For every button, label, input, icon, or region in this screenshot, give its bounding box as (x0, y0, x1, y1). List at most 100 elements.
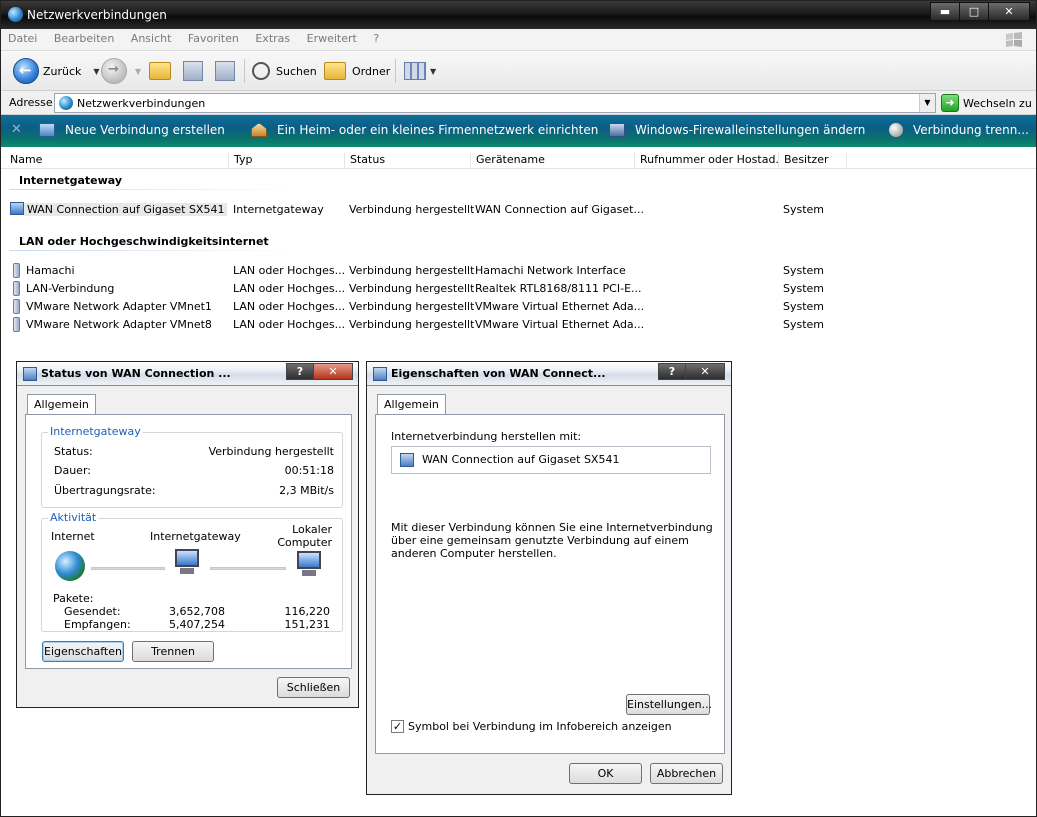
table-row[interactable]: VMware Network Adapter VMnet8 LAN oder H… (1, 316, 901, 334)
properties-dialog-title-bar[interactable]: Eigenschaften von WAN Connect... ? ✕ (367, 362, 731, 386)
back-dropdown-icon[interactable]: ▼ (93, 67, 99, 76)
forward-arrow-icon (101, 58, 127, 84)
task-home-network[interactable]: Ein Heim- oder ein kleines Firmennetzwer… (251, 123, 598, 137)
status-value: Verbindung hergestellt (208, 445, 334, 458)
table-row[interactable]: VMware Network Adapter VMnet1 LAN oder H… (1, 298, 901, 316)
views-dropdown-icon: ▼ (430, 66, 437, 76)
connect-label: Internetverbindung herstellen mit: (391, 430, 582, 443)
views-button[interactable]: ▼ (404, 57, 436, 85)
network-tasks-bar: ✕ Neue Verbindung erstellen Ein Heim- od… (1, 115, 1036, 147)
close-button[interactable]: ✕ (685, 363, 725, 380)
column-headers: Name Typ Status Gerätename Rufnummer ode… (1, 149, 1036, 169)
column-phone[interactable]: Rufnummer oder Hostad... (635, 153, 779, 169)
node-local-label-2: Computer (277, 536, 332, 549)
task-firewall[interactable]: Windows-Firewalleinstellungen ändern (609, 123, 865, 137)
address-dropdown-icon[interactable]: ▼ (919, 94, 935, 112)
address-input[interactable]: Netzwerkverbindungen ▼ (54, 93, 936, 113)
task-label: Verbindung trenn... (913, 123, 1029, 137)
row-owner: System (783, 318, 825, 331)
folders-button[interactable]: Ordner (324, 57, 390, 85)
forward-dropdown-icon[interactable]: ▼ (135, 67, 141, 76)
row-name: VMware Network Adapter VMnet1 (26, 300, 212, 313)
menu-ansicht[interactable]: Ansicht (124, 29, 178, 45)
status-dialog-title-bar[interactable]: Status von WAN Connection ... ? ✕ (17, 362, 358, 386)
lan-cable-icon (13, 281, 20, 296)
new-connection-button[interactable] (183, 57, 203, 85)
back-button[interactable]: Zurück ▼ (13, 57, 100, 85)
minimize-button[interactable]: ▬ (930, 2, 960, 21)
gateway-computer-icon (172, 549, 202, 575)
status-label: Status: (54, 445, 93, 458)
address-label: Adresse (9, 96, 53, 109)
table-row[interactable]: WAN Connection auf Gigaset SX541 Interne… (1, 201, 901, 219)
task-label: Ein Heim- oder ein kleines Firmennetzwer… (277, 123, 599, 137)
search-button[interactable]: Suchen (252, 57, 317, 85)
row-status: Verbindung hergestellt (349, 282, 475, 295)
task-disconnect[interactable]: Verbindung trenn... (889, 123, 1029, 137)
settings-button[interactable]: Einstellungen... (626, 694, 712, 715)
column-type[interactable]: Typ (229, 153, 345, 169)
up-folder-button[interactable] (149, 57, 171, 85)
activity-group-title: Aktivität (48, 511, 99, 524)
disconnect-button[interactable]: Trennen (132, 641, 214, 662)
status-dialog-title: Status von WAN Connection ... (41, 367, 231, 380)
cancel-button[interactable]: Abbrechen (650, 763, 723, 784)
folders-icon (324, 62, 346, 80)
maximize-button[interactable]: □ (959, 2, 989, 21)
column-owner[interactable]: Besitzer (779, 153, 847, 169)
table-row[interactable]: LAN-Verbindung LAN oder Hochges... Verbi… (1, 280, 901, 298)
show-icon-checkbox[interactable]: ✓ (391, 720, 404, 733)
network-globe-icon (8, 7, 23, 22)
tab-allgemein[interactable]: Allgemein (377, 394, 446, 414)
tab-allgemein[interactable]: Allgemein (27, 394, 96, 414)
table-row[interactable]: Hamachi LAN oder Hochges... Verbindung h… (1, 262, 901, 280)
task-new-connection[interactable]: Neue Verbindung erstellen (39, 123, 225, 137)
help-button[interactable]: ? (286, 363, 314, 380)
row-name: Hamachi (26, 264, 75, 277)
go-button[interactable]: ➜ Wechseln zu (941, 94, 1032, 112)
duration-label: Dauer: (54, 464, 91, 477)
show-icon-label[interactable]: Symbol bei Verbindung im Infobereich anz… (408, 720, 672, 733)
column-device[interactable]: Gerätename (471, 153, 635, 169)
properties-dialog-title: Eigenschaften von WAN Connect... (391, 367, 606, 380)
forward-button[interactable]: ▼ (101, 57, 141, 85)
close-button[interactable]: ✕ (313, 363, 353, 380)
menu-extras[interactable]: Extras (248, 29, 296, 45)
network-globe-icon (59, 96, 73, 110)
help-button[interactable]: ? (658, 363, 686, 380)
row-owner: System (783, 264, 825, 277)
activity-groupbox: Aktivität Internet Internetgateway Lokal… (41, 511, 343, 632)
ok-button[interactable]: OK (569, 763, 642, 784)
properties-button[interactable]: Eigenschaften (42, 641, 124, 662)
node-internet-label: Internet (51, 530, 95, 543)
column-name[interactable]: Name (5, 153, 229, 169)
network-connection-icon (373, 367, 387, 381)
close-dialog-button[interactable]: Schließen (277, 677, 350, 698)
firewall-icon (609, 123, 625, 137)
close-tasks-icon[interactable]: ✕ (11, 122, 22, 137)
status-dialog: Status von WAN Connection ... ? ✕ Allgem… (16, 361, 359, 708)
menu-bar: Datei Bearbeiten Ansicht Favoriten Extra… (1, 29, 1036, 51)
go-arrow-icon: ➜ (941, 94, 959, 112)
node-gateway-label: Internetgateway (150, 530, 241, 543)
row-device: Realtek RTL8168/8111 PCI-E... (475, 282, 642, 295)
network-delete-icon (215, 61, 235, 81)
row-name: VMware Network Adapter VMnet8 (26, 318, 212, 331)
row-device: WAN Connection auf Gigaset... (475, 203, 644, 216)
sent-local-value: 116,220 (284, 605, 331, 618)
close-button[interactable]: ✕ (988, 2, 1030, 21)
menu-help[interactable]: ? (366, 29, 385, 45)
row-type: LAN oder Hochges... (233, 318, 346, 331)
menu-datei[interactable]: Datei (1, 29, 43, 45)
column-status[interactable]: Status (345, 153, 471, 169)
title-bar[interactable]: Netzwerkverbindungen ▬ □ ✕ (1, 1, 1036, 29)
row-device: Hamachi Network Interface (475, 264, 626, 277)
menu-erweitert[interactable]: Erweitert (300, 29, 363, 45)
window-title: Netzwerkverbindungen (27, 8, 167, 22)
menu-bearbeiten[interactable]: Bearbeiten (47, 29, 120, 45)
row-device: VMware Virtual Ethernet Ada... (475, 318, 645, 331)
back-label: Zurück (43, 64, 82, 78)
menu-favoriten[interactable]: Favoriten (181, 29, 245, 45)
delete-button[interactable] (215, 57, 235, 85)
row-owner: System (783, 203, 825, 216)
